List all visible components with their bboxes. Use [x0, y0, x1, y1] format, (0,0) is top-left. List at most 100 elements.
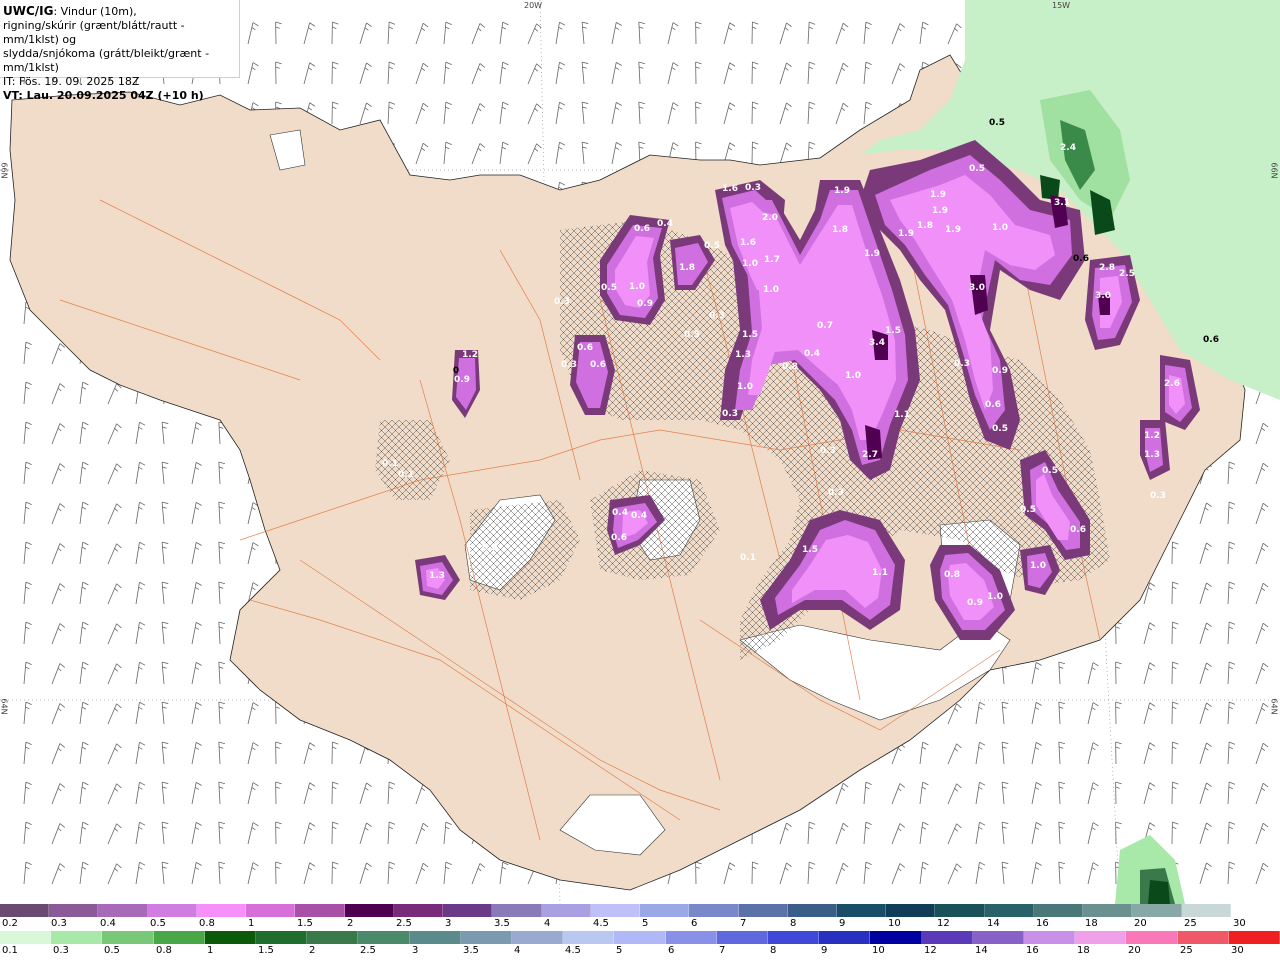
legend-swatch [49, 904, 99, 917]
precip-value-label: 1.0 [992, 223, 1008, 233]
precip-value-label: 0.4 [612, 508, 628, 518]
legend-label: 2.5 [360, 945, 376, 956]
legend-swatch [153, 931, 205, 944]
precip-value-label: 1.2 [1144, 431, 1160, 441]
legend-label: 0.3 [51, 918, 67, 929]
legend-label: 2 [347, 918, 354, 929]
precip-value-label: 0.3 [709, 311, 725, 321]
precip-value-label: 2.6 [1164, 379, 1180, 389]
precip-value-label: 0.5 [601, 283, 617, 293]
legend-label: 7 [719, 945, 726, 956]
legend-label: 8 [790, 918, 797, 929]
precip-value-label: 2.0 [762, 213, 778, 223]
precip-value-label: 0.3 [745, 183, 761, 193]
precip-value-label: 0 [453, 366, 459, 376]
legend-label: 14 [987, 918, 1000, 929]
precip-value-label: 1.0 [763, 285, 779, 295]
legend-label: 4 [514, 945, 521, 956]
legend-label: 1.5 [258, 945, 274, 956]
legend-swatch [393, 904, 444, 917]
legend-label: 3 [445, 918, 452, 929]
legend-label: 9 [839, 918, 846, 929]
legend-swatch [972, 931, 1025, 944]
edge-label-top-15w: 15W [1052, 1, 1071, 10]
legend-label: 16 [1036, 918, 1049, 929]
legend-rain-bar [0, 931, 1280, 944]
precip-value-label: 0.9 [637, 299, 653, 309]
precip-value-label: 0.9 [454, 375, 470, 385]
precip-value-label: 0.5 [704, 241, 720, 251]
header-line-3: slydda/snjókoma (grátt/bleikt/grænt - mm… [3, 47, 210, 74]
precip-value-label: 1.8 [832, 225, 848, 235]
precip-value-label: 1.5 [742, 330, 758, 340]
legend-swatch [614, 931, 666, 944]
legend-label: 10 [872, 945, 885, 956]
header-title: UWC/IG [3, 4, 54, 18]
precip-value-label: 0.4 [657, 219, 673, 229]
legend-label: 5 [616, 945, 623, 956]
precip-value-label: 1.0 [1030, 561, 1046, 571]
precip-value-label: 1.6 [722, 184, 738, 194]
precip-value-label: 1.9 [834, 186, 850, 196]
legend-label: 0.8 [199, 918, 215, 929]
precip-value-label: 0.5 [989, 118, 1005, 128]
legend-swatch [98, 904, 148, 917]
precip-value-label: 0.6 [1070, 525, 1086, 535]
legend-rain: 0.1 0.3 0.5 0.8 1 1.5 2 2.5 3 3.5 4 4.5 5 6 7 8 9 10 12 14 1… [0, 931, 1280, 959]
precip-value-label: 1.3 [1144, 450, 1160, 460]
precip-value-label: 1.0 [987, 592, 1003, 602]
edge-label-left-64n: 64N [0, 698, 9, 715]
precip-value-label: 1.8 [679, 263, 695, 273]
legend-swatch [640, 904, 690, 917]
legend-swatch [541, 904, 591, 917]
legend-label: 16 [1026, 945, 1039, 956]
legend-swatch [563, 931, 615, 944]
legend-swatch [665, 931, 717, 944]
legend-swatch [1126, 931, 1178, 944]
precip-value-label: 0.9 [992, 366, 1008, 376]
legend-swatch [492, 904, 542, 917]
legend-label: 5 [642, 918, 649, 929]
precip-value-label: 0.6 [577, 343, 593, 353]
legend-swatch [0, 904, 50, 917]
legend-swatch [409, 931, 461, 944]
precip-value-label: 0.6 [985, 400, 1001, 410]
legend-swatch [1177, 931, 1229, 944]
precip-value-label: 1.5 [802, 545, 818, 555]
legend-label: 0.3 [53, 945, 69, 956]
precip-value-label: 1.0 [629, 282, 645, 292]
legend-swatch [512, 931, 564, 944]
legend-label: 20 [1134, 918, 1147, 929]
precip-value-label: 1.0 [845, 371, 861, 381]
precip-value-label: 1.5 [885, 326, 901, 336]
legend-swatch [836, 904, 887, 917]
precip-value-label: 1.6 [740, 238, 756, 248]
legend-swatch [1132, 904, 1182, 917]
precip-value-label: 0.2 [482, 543, 498, 553]
legend-label: 4.5 [565, 945, 581, 956]
legend-label: 0.4 [100, 918, 116, 929]
legend-label: 6 [668, 945, 675, 956]
header-init-time: IT: Fös. 19. 09. 2025 18Z [3, 75, 140, 88]
precip-value-label: 1.1 [872, 568, 888, 578]
legend-swatch [738, 904, 788, 917]
header-line-2: rigning/skúrir (grænt/blátt/rautt - mm/1… [3, 19, 185, 46]
legend-label: 14 [975, 945, 988, 956]
precip-value-label: 0.3 [722, 409, 738, 419]
precip-value-label: 0.8 [944, 570, 960, 580]
precip-value-label: 2.8 [1099, 263, 1115, 273]
precip-value-label: 1.8 [917, 221, 933, 231]
precip-value-label: 0.6 [611, 533, 627, 543]
legend-swatch [716, 931, 769, 944]
precip-value-label: 0.6 [1073, 254, 1089, 264]
precip-value-label: 0.5 [1020, 505, 1036, 515]
precip-value-label: 0.1 [382, 459, 398, 469]
precip-value-label: 0.9 [967, 598, 983, 608]
legend-swatch [460, 931, 513, 944]
legend-swatch [1075, 931, 1127, 944]
precip-value-label: 1.0 [737, 382, 753, 392]
precip-value-label: 0.6 [1203, 335, 1219, 345]
legend-label: 3 [412, 945, 419, 956]
legend-label: 18 [1077, 945, 1090, 956]
legend-swatch [1024, 931, 1076, 944]
